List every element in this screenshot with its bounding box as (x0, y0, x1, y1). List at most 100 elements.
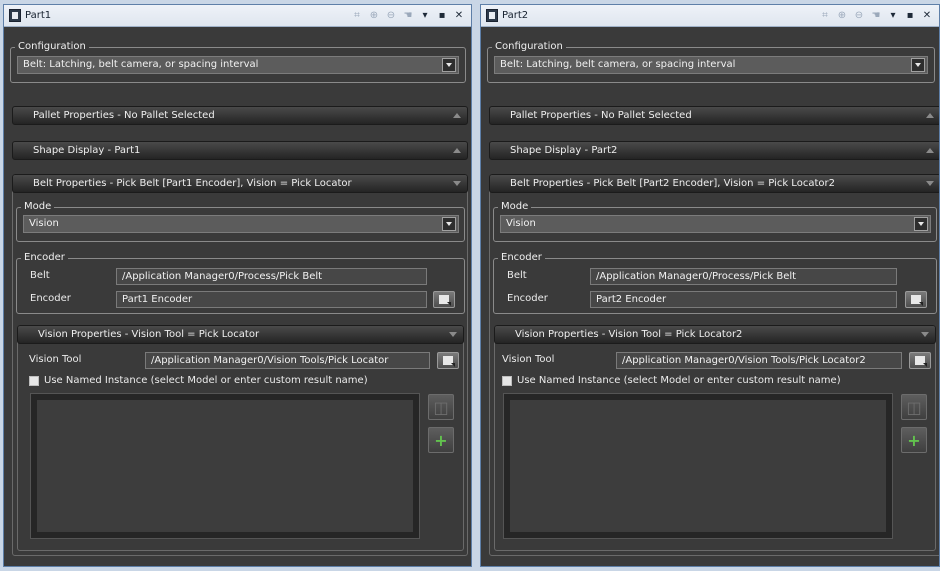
belt-label: Belt (30, 270, 50, 281)
configuration-group: Configuration Belt: Latching, belt camer… (10, 41, 466, 83)
collapse-down-icon[interactable] (453, 181, 461, 186)
pallet-properties-header[interactable]: Pallet Properties - No Pallet Selected (489, 106, 939, 125)
configuration-label: Configuration (492, 41, 566, 53)
belt-properties-header[interactable]: Belt Properties - Pick Belt [Part1 Encod… (12, 174, 468, 193)
expand-up-icon[interactable] (453, 113, 461, 118)
list-content (37, 400, 413, 532)
part2-panel: Part2 ⌗ ⊕ ⊖ ☚ ▾ ▪ ✕ Configuration Belt: … (480, 4, 940, 567)
encoder-group: Encoder Belt /Application Manager0/Proce… (16, 252, 465, 314)
pallet-properties-title: Pallet Properties - No Pallet Selected (33, 110, 215, 121)
fit-icon[interactable]: ⌗ (351, 10, 363, 22)
named-instance-checkbox[interactable] (29, 376, 39, 386)
encoder-group-label: Encoder (21, 252, 68, 264)
belt-field[interactable]: /Application Manager0/Process/Pick Belt (116, 268, 427, 285)
pallet-properties-header[interactable]: Pallet Properties - No Pallet Selected (12, 106, 468, 125)
remove-button[interactable]: ◫ (428, 394, 454, 420)
vision-tool-browse-button[interactable] (909, 352, 931, 369)
belt-properties-title: Belt Properties - Pick Belt [Part2 Encod… (510, 178, 835, 189)
encoder-browse-button[interactable] (433, 291, 455, 308)
encoder-label: Encoder (30, 293, 71, 304)
chevron-down-icon[interactable] (914, 217, 928, 231)
vision-tool-field[interactable]: /Application Manager0/Vision Tools/Pick … (616, 352, 902, 369)
belt-properties-title: Belt Properties - Pick Belt [Part1 Encod… (33, 178, 352, 189)
add-button[interactable]: + (428, 427, 454, 453)
menu-dropdown-icon[interactable]: ▾ (419, 10, 431, 22)
plus-icon: + (907, 430, 921, 450)
belt-properties-header[interactable]: Belt Properties - Pick Belt [Part2 Encod… (489, 174, 939, 193)
vision-properties-header[interactable]: Vision Properties - Vision Tool = Pick L… (17, 325, 464, 344)
vision-tool-browse-button[interactable] (437, 352, 459, 369)
collapse-down-icon[interactable] (449, 332, 457, 337)
mode-label: Mode (498, 201, 532, 213)
browse-icon (443, 356, 453, 365)
remove-icon: ◫ (433, 397, 449, 417)
chevron-down-icon[interactable] (442, 217, 456, 231)
restore-icon[interactable]: ▪ (436, 10, 448, 22)
shape-display-title: Shape Display - Part1 (33, 145, 141, 156)
part1-titlebar: Part1 ⌗ ⊕ ⊖ ☚ ▾ ▪ ✕ (4, 5, 471, 27)
part1-panel: Part1 ⌗ ⊕ ⊖ ☚ ▾ ▪ ✕ Configuration Belt: … (3, 4, 472, 567)
menu-dropdown-icon[interactable]: ▾ (887, 10, 899, 22)
browse-icon (439, 295, 449, 304)
vision-properties-header[interactable]: Vision Properties - Vision Tool = Pick L… (494, 325, 936, 344)
fit-icon[interactable]: ⌗ (819, 10, 831, 22)
encoder-group-label: Encoder (498, 252, 545, 264)
browse-icon (911, 295, 921, 304)
pallet-properties-title: Pallet Properties - No Pallet Selected (510, 110, 692, 121)
encoder-label: Encoder (507, 293, 548, 304)
configuration-dropdown[interactable]: Belt: Latching, belt camera, or spacing … (494, 56, 928, 74)
part-icon (9, 9, 21, 22)
named-instance-list[interactable] (503, 393, 893, 539)
shape-display-title: Shape Display - Part2 (510, 145, 618, 156)
collapse-down-icon[interactable] (926, 181, 934, 186)
expand-up-icon[interactable] (453, 148, 461, 153)
browse-icon (915, 356, 925, 365)
pan-icon[interactable]: ☚ (870, 10, 882, 22)
encoder-field[interactable]: Part1 Encoder (116, 291, 427, 308)
remove-button[interactable]: ◫ (901, 394, 927, 420)
mode-dropdown[interactable]: Vision (23, 215, 459, 233)
zoom-in-icon[interactable]: ⊕ (836, 10, 848, 22)
belt-field[interactable]: /Application Manager0/Process/Pick Belt (590, 268, 897, 285)
close-icon[interactable]: ✕ (921, 10, 933, 22)
chevron-down-icon[interactable] (442, 58, 456, 72)
plus-icon: + (434, 430, 448, 450)
named-instance-checkbox[interactable] (502, 376, 512, 386)
vision-properties-title: Vision Properties - Vision Tool = Pick L… (515, 329, 743, 340)
zoom-in-icon[interactable]: ⊕ (368, 10, 380, 22)
restore-icon[interactable]: ▪ (904, 10, 916, 22)
encoder-browse-button[interactable] (905, 291, 927, 308)
mode-group: Mode Vision (16, 201, 465, 242)
named-instance-label: Use Named Instance (select Model or ente… (44, 375, 368, 386)
expand-up-icon[interactable] (926, 148, 934, 153)
part2-titlebar: Part2 ⌗ ⊕ ⊖ ☚ ▾ ▪ ✕ (481, 5, 939, 27)
expand-up-icon[interactable] (926, 113, 934, 118)
configuration-value: Belt: Latching, belt camera, or spacing … (500, 59, 736, 70)
mode-value: Vision (506, 218, 536, 229)
shape-display-header[interactable]: Shape Display - Part2 (489, 141, 939, 160)
mode-value: Vision (29, 218, 59, 229)
remove-icon: ◫ (906, 397, 922, 417)
vision-tool-label: Vision Tool (502, 354, 555, 365)
configuration-value: Belt: Latching, belt camera, or spacing … (23, 59, 259, 70)
configuration-group: Configuration Belt: Latching, belt camer… (487, 41, 935, 83)
mode-dropdown[interactable]: Vision (500, 215, 931, 233)
mode-label: Mode (21, 201, 55, 213)
close-icon[interactable]: ✕ (453, 10, 465, 22)
encoder-group: Encoder Belt /Application Manager0/Proce… (493, 252, 937, 314)
zoom-out-icon[interactable]: ⊖ (853, 10, 865, 22)
add-button[interactable]: + (901, 427, 927, 453)
part-icon (486, 9, 498, 22)
mode-group: Mode Vision (493, 201, 937, 242)
configuration-dropdown[interactable]: Belt: Latching, belt camera, or spacing … (17, 56, 459, 74)
collapse-down-icon[interactable] (921, 332, 929, 337)
vision-tool-field[interactable]: /Application Manager0/Vision Tools/Pick … (145, 352, 430, 369)
pan-icon[interactable]: ☚ (402, 10, 414, 22)
encoder-field[interactable]: Part2 Encoder (590, 291, 897, 308)
vision-properties-title: Vision Properties - Vision Tool = Pick L… (38, 329, 260, 340)
named-instance-list[interactable] (30, 393, 420, 539)
zoom-out-icon[interactable]: ⊖ (385, 10, 397, 22)
shape-display-header[interactable]: Shape Display - Part1 (12, 141, 468, 160)
list-content (510, 400, 886, 532)
chevron-down-icon[interactable] (911, 58, 925, 72)
